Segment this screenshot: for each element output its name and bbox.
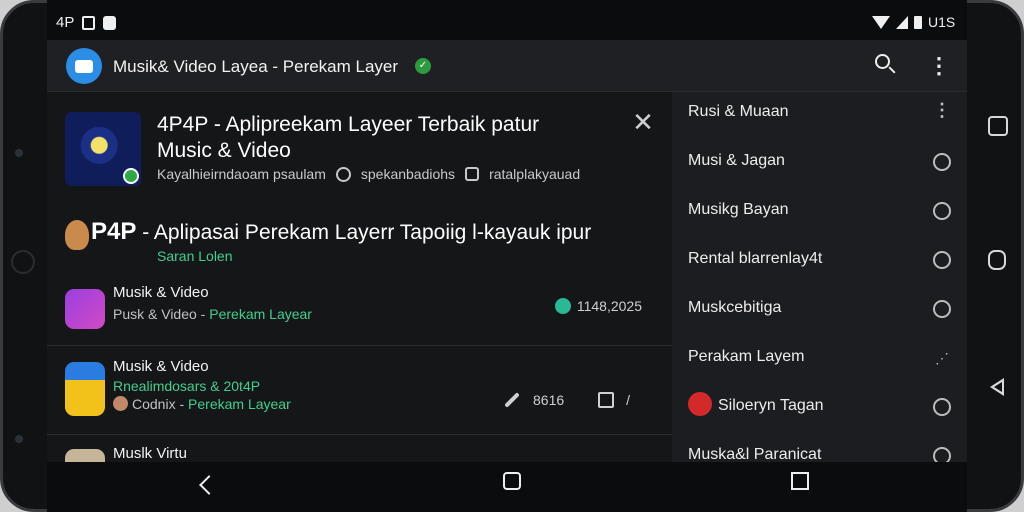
wifi-icon — [872, 15, 890, 29]
app-bar: Musik& Video Layea - Perekam Layer ✓ ⋮ — [47, 40, 967, 92]
featured-title-line2: Music & Video — [157, 139, 291, 162]
app-icon — [65, 289, 105, 329]
side-menu-list: Rusi & Muaan ⋮ Musi & Jagan Musikg Bayan … — [672, 92, 967, 462]
sensor-ring — [11, 250, 35, 274]
action-mark: / — [626, 392, 631, 408]
action-count: 8616 — [533, 392, 565, 408]
sparkle-icon[interactable]: ⋰ — [933, 349, 951, 367]
featured-card[interactable]: 4P4P - Aplipreekam Layeer Terbaik patur … — [47, 92, 672, 200]
side-menu-item[interactable]: Rusi & Muaan ⋮ — [672, 92, 967, 141]
list-item-title: Musik & Video — [113, 358, 209, 375]
side-menu-label: Rental blarrenlay4t — [688, 250, 823, 267]
more-vert-icon[interactable]: ⋮ — [933, 101, 951, 120]
screenshot-icon — [82, 15, 96, 30]
list-item-subtitle-plain: Codnix - — [132, 396, 189, 412]
app-title: Musik& Video Layea - Perekam Layer — [113, 57, 399, 76]
side-menu-item[interactable]: Rental blarrenlay4t — [672, 239, 967, 288]
navigation-bar — [47, 462, 967, 512]
side-menu-label: Siloeryn Tagan — [718, 397, 824, 414]
list-item-title: Musik & Video — [113, 284, 209, 301]
list-item-subtitle: Pusk & Video - Perekam Layear — [113, 306, 312, 322]
list-item-extra: Rnealimdosars & 20t4P — [113, 378, 261, 394]
side-menu-label: Muska&l Paranicat — [688, 446, 822, 462]
signal-icon — [896, 15, 908, 29]
more-vert-icon[interactable]: ⋮ — [927, 54, 951, 78]
circle-icon[interactable] — [933, 202, 951, 220]
list-item-subtitle: Codnix - Perekam Layear — [113, 396, 291, 412]
square-icon[interactable] — [598, 392, 615, 408]
home-icon[interactable] — [503, 472, 521, 490]
side-menu-item[interactable]: Musi & Jagan — [672, 141, 967, 190]
featured-meta-mid: spekanbadiohs — [360, 166, 456, 182]
side-menu-label: Muskcebitiga — [688, 299, 782, 316]
promo-title-text: - Aplipasai Perekam Layerr Tapoiig l-kay… — [136, 221, 592, 244]
search-icon[interactable] — [873, 52, 899, 78]
list-item-actions: 8616 / — [503, 392, 630, 408]
slash-circle-icon[interactable] — [933, 251, 951, 269]
verified-icon: ✓ — [415, 58, 431, 74]
home-icon[interactable] — [988, 250, 1006, 270]
promo-item[interactable]: P4P - Aplipasai Perekam Layerr Tapoiig l… — [47, 204, 672, 268]
featured-title-line1: 4P4P - Aplipreekam Layeer Terbaik patur — [157, 113, 540, 136]
back-icon[interactable] — [199, 475, 219, 495]
content-list: 4P4P - Aplipreekam Layeer Terbaik patur … — [47, 92, 672, 462]
camera-icon[interactable] — [988, 116, 1008, 136]
promo-avatar-icon — [65, 220, 89, 250]
badge-icon — [123, 168, 139, 184]
status-bar: 4P U1S — [0, 0, 1024, 40]
list-item[interactable]: Musik & Video Pusk & Video - Perekam Lay… — [47, 276, 672, 344]
side-menu-label: Rusi & Muaan — [688, 103, 789, 120]
notification-icon — [103, 15, 117, 30]
bezel-buttons — [988, 0, 1016, 512]
list-item-title: Muslk Virtu — [113, 445, 187, 462]
avatar — [113, 396, 128, 411]
side-menu-label: Musi & Jagan — [688, 152, 785, 169]
side-menu-item[interactable]: Muskcebitiga — [672, 288, 967, 337]
camera-dot — [15, 149, 23, 157]
side-menu-item[interactable]: Perakam Layem ⋰ — [672, 337, 967, 386]
slash-circle-icon[interactable] — [933, 398, 951, 416]
status-left-text: 4P — [56, 14, 75, 31]
promo-title-prefix: P4P — [91, 218, 137, 245]
list-item-subtitle-plain: Pusk & Video - — [113, 306, 210, 322]
list-item-subtitle-accent: Perekam Layear — [209, 306, 312, 322]
list-item[interactable]: Musik & Video Rnealimdosars & 20t4P Codn… — [47, 345, 672, 433]
square-icon — [465, 167, 480, 181]
promo-subtitle[interactable]: Saran Lolen — [157, 248, 233, 264]
featured-title[interactable]: 4P4P - Aplipreekam Layeer Terbaik patur … — [157, 112, 617, 164]
side-menu-item[interactable]: Siloeryn Tagan — [672, 386, 967, 435]
list-item-meta: 1148,2025 — [554, 298, 642, 314]
side-menu-item[interactable]: Musikg Bayan — [672, 190, 967, 239]
list-item-subtitle-accent: Perekam Layear — [188, 396, 291, 412]
record-icon — [688, 392, 712, 416]
side-menu-label: Perakam Layem — [688, 348, 805, 365]
status-left: 4P — [56, 14, 117, 31]
side-menu: Rusi & Muaan ⋮ Musi & Jagan Musikg Bayan … — [672, 92, 967, 462]
list-item[interactable]: Muslk Virtu — [47, 434, 672, 462]
status-right: U1S — [872, 14, 955, 30]
app-logo-icon[interactable] — [66, 48, 102, 84]
app-icon — [65, 362, 105, 416]
mic-dot — [15, 435, 23, 443]
slash-circle-icon[interactable] — [933, 153, 951, 171]
promo-title: P4P - Aplipasai Perekam Layerr Tapoiig l… — [91, 218, 591, 246]
circle-icon[interactable] — [933, 447, 951, 462]
circle-icon[interactable] — [933, 300, 951, 318]
back-icon[interactable] — [988, 378, 1004, 396]
featured-meta-right: ratalplakyauad — [489, 166, 581, 182]
close-icon[interactable]: ✕ — [631, 109, 655, 135]
recents-icon[interactable] — [791, 472, 809, 490]
featured-meta: Kayalhieirndaoam psaulam spekanbadiohs r… — [157, 166, 580, 182]
play-icon[interactable] — [554, 298, 571, 314]
app-icon — [65, 449, 105, 462]
featured-meta-left: Kayalhieirndaoam psaulam — [157, 166, 326, 182]
featured-thumbnail[interactable] — [65, 112, 141, 186]
status-right-text: U1S — [928, 14, 956, 30]
list-item-date: 1148,2025 — [576, 298, 642, 314]
pin-icon[interactable] — [504, 392, 520, 408]
disc-icon — [335, 166, 351, 182]
side-menu-item[interactable]: Muska&l Paranicat — [672, 435, 967, 462]
side-menu-label: Musikg Bayan — [688, 201, 789, 218]
battery-icon — [914, 15, 922, 29]
